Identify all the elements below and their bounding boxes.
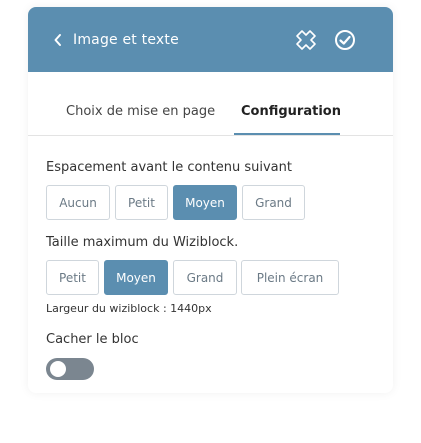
size-option-medium[interactable]: Moyen bbox=[104, 260, 168, 295]
size-option-large[interactable]: Grand bbox=[173, 260, 237, 295]
tab-configuration[interactable]: Configuration bbox=[241, 104, 341, 119]
check-circle-icon bbox=[333, 28, 357, 52]
toggle-knob bbox=[50, 361, 66, 377]
tab-divider bbox=[28, 135, 393, 136]
width-note: Largeur du wiziblock : 1440px bbox=[46, 302, 212, 315]
hide-block-toggle[interactable] bbox=[46, 358, 94, 380]
panel-title: Image et texte bbox=[73, 32, 179, 48]
close-button[interactable] bbox=[294, 28, 318, 52]
hide-block-label: Cacher le bloc bbox=[46, 332, 139, 347]
spacing-option-small[interactable]: Petit bbox=[115, 185, 168, 220]
tab-bar: Choix de mise en page Configuration bbox=[28, 72, 393, 135]
spacing-option-none[interactable]: Aucun bbox=[46, 185, 110, 220]
settings-panel: Image et texte Choix de mise en page Con… bbox=[28, 7, 393, 393]
back-button[interactable]: Image et texte bbox=[53, 29, 179, 51]
spacing-option-medium[interactable]: Moyen bbox=[173, 185, 237, 220]
confirm-button[interactable] bbox=[333, 28, 357, 52]
chevron-left-icon bbox=[53, 33, 63, 47]
tab-layout-choice[interactable]: Choix de mise en page bbox=[66, 104, 215, 119]
close-icon bbox=[294, 28, 318, 52]
size-option-small[interactable]: Petit bbox=[46, 260, 99, 295]
spacing-option-large[interactable]: Grand bbox=[242, 185, 305, 220]
max-size-label: Taille maximum du Wiziblock. bbox=[46, 235, 239, 250]
panel-header: Image et texte bbox=[28, 7, 393, 72]
spacing-label: Espacement avant le contenu suivant bbox=[46, 160, 292, 175]
size-option-fullscreen[interactable]: Plein écran bbox=[241, 260, 339, 295]
